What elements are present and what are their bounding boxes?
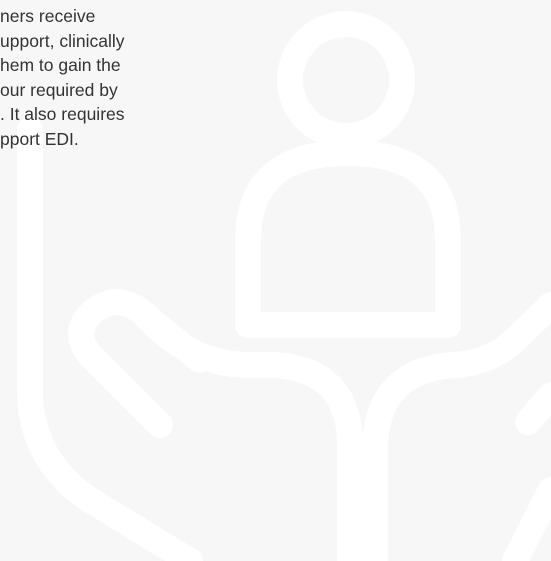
person-head-shape bbox=[277, 11, 415, 149]
body-paragraph: ners receive upport, clinically hem to g… bbox=[0, 6, 125, 149]
right-arm-shape bbox=[502, 477, 551, 561]
document-page: ners receive upport, clinically hem to g… bbox=[0, 0, 551, 561]
left-hand-palm-shape bbox=[132, 302, 363, 561]
person-torso-shape bbox=[235, 140, 461, 338]
right-hand-fingers-shape bbox=[515, 382, 551, 435]
